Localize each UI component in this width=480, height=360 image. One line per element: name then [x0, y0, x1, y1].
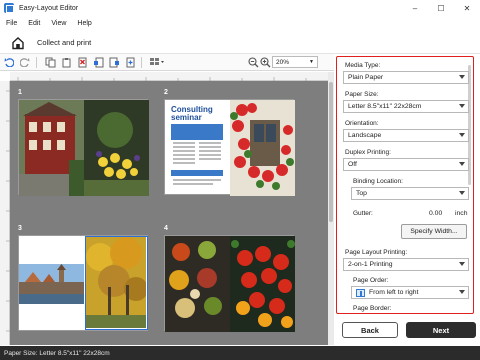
status-bar: Paper Size: Letter 8.5"x11" 22x28cm [0, 346, 480, 360]
page-forward-icon[interactable] [107, 55, 121, 69]
page-order-select[interactable]: From left to right [351, 286, 469, 299]
toolbar-divider [141, 56, 142, 68]
page-back-icon[interactable] [91, 55, 105, 69]
paper-size-label: Paper Size: [345, 91, 379, 98]
window-controls: – ☐ ✕ [402, 0, 480, 16]
undo-icon[interactable] [2, 55, 16, 69]
zoom-in-icon[interactable] [258, 55, 272, 69]
window-title: Easy-Layout Editor [19, 4, 79, 12]
app-icon [4, 3, 14, 13]
menu-view[interactable]: View [51, 20, 66, 27]
zoom-select[interactable]: 20% ▼ [272, 56, 318, 68]
chevron-down-icon [459, 104, 465, 108]
sheet-number: 4 [164, 225, 168, 232]
page-order-value: From left to right [369, 289, 419, 296]
orientation-select[interactable]: Landscape [343, 129, 469, 142]
media-type-value: Plain Paper [348, 74, 384, 81]
binding-value: Top [356, 190, 367, 197]
media-type-label: Media Type: [345, 62, 381, 69]
title-bar: Easy-Layout Editor – ☐ ✕ [0, 0, 480, 16]
breadcrumb-label: Collect and print [37, 38, 92, 47]
sheet-4[interactable] [164, 235, 295, 332]
duplex-label: Duplex Printing: [345, 149, 391, 156]
media-type-select[interactable]: Plain Paper [343, 71, 469, 84]
print-settings-panel: Media Type: Plain Paper Paper Size: Lett… [334, 54, 480, 346]
paper-size-select[interactable]: Letter 8.5"x11" 22x28cm [343, 100, 469, 113]
vertical-ruler [0, 81, 10, 345]
flyer-page: Consulting seminar [171, 106, 223, 190]
chevron-down-icon [459, 191, 465, 195]
horizontal-ruler [10, 72, 334, 81]
flower-window-photo [230, 100, 295, 196]
page-layout-label: Page Layout Printing: [345, 249, 408, 256]
settings-box: Media Type: Plain Paper Paper Size: Lett… [336, 56, 474, 314]
paste-icon[interactable] [59, 55, 73, 69]
scrollbar-thumb[interactable] [329, 82, 333, 222]
gutter-label: Gutter: [353, 210, 373, 217]
gutter-unit: inch [455, 210, 468, 217]
chevron-down-icon [459, 75, 465, 79]
binding-select[interactable]: Top [351, 187, 469, 200]
orientation-label: Orientation: [345, 120, 379, 127]
editor-toolbar: 20% ▼ [0, 54, 334, 71]
paper-size-value: Letter 8.5"x11" 22x28cm [348, 103, 422, 110]
sheet-number: 3 [18, 225, 22, 232]
grid-layout-icon[interactable] [148, 55, 166, 69]
chevron-down-icon [459, 133, 465, 137]
redo-icon[interactable] [18, 55, 32, 69]
layout-canvas[interactable]: 1 2 Consulting seminar 3 4 [10, 81, 328, 345]
page-border-label: Page Border: [353, 305, 392, 312]
sheet-2[interactable]: Consulting seminar [164, 99, 295, 196]
sheet-1-photos [19, 100, 149, 196]
gutter-value[interactable]: 0.00 [429, 210, 442, 217]
page-order-icon [356, 288, 365, 297]
minimize-button[interactable]: – [402, 0, 428, 16]
maximize-button[interactable]: ☐ [428, 0, 454, 16]
town-photo [19, 264, 84, 304]
sheet-number: 2 [164, 89, 168, 96]
sheet-number: 1 [18, 89, 22, 96]
close-button[interactable]: ✕ [454, 0, 480, 16]
flyer-subtitle: seminar [171, 113, 202, 122]
breadcrumb: Collect and print [0, 32, 480, 54]
flyer-body [171, 124, 223, 185]
page-order-label: Page Order: [353, 277, 389, 284]
insert-page-icon[interactable] [123, 55, 137, 69]
status-text: Paper Size: Letter 8.5"x11" 22x28cm [4, 349, 110, 357]
copy-icon[interactable] [43, 55, 57, 69]
sheet-3[interactable] [18, 235, 148, 331]
menu-help[interactable]: Help [77, 20, 91, 27]
delete-page-icon[interactable] [75, 55, 89, 69]
chevron-down-icon: ▼ [309, 59, 314, 65]
chevron-down-icon [459, 290, 465, 294]
specify-width-button[interactable]: Specify Width... [401, 224, 467, 239]
menu-file[interactable]: File [6, 20, 17, 27]
page-layout-value: 2-on-1 Printing [348, 261, 393, 268]
menu-edit[interactable]: Edit [28, 20, 40, 27]
duplex-value: Off [348, 161, 357, 168]
home-icon[interactable] [11, 36, 25, 50]
menu-bar: File Edit View Help [0, 16, 480, 30]
back-button[interactable]: Back [342, 322, 398, 338]
duplex-select[interactable]: Off [343, 158, 469, 171]
selected-photo-frame[interactable] [85, 236, 148, 330]
zoom-value: 20% [276, 58, 290, 66]
autumn-trees-photo [86, 237, 148, 328]
chevron-down-icon [459, 162, 465, 166]
chevron-down-icon [459, 262, 465, 266]
sheet-4-photos [165, 236, 295, 332]
orientation-value: Landscape [348, 132, 382, 139]
page-layout-select[interactable]: 2-on-1 Printing [343, 258, 469, 271]
next-button[interactable]: Next [406, 322, 476, 338]
binding-label: Binding Location: [353, 178, 403, 185]
sheet-1[interactable] [18, 99, 149, 196]
toolbar-divider [36, 56, 37, 68]
